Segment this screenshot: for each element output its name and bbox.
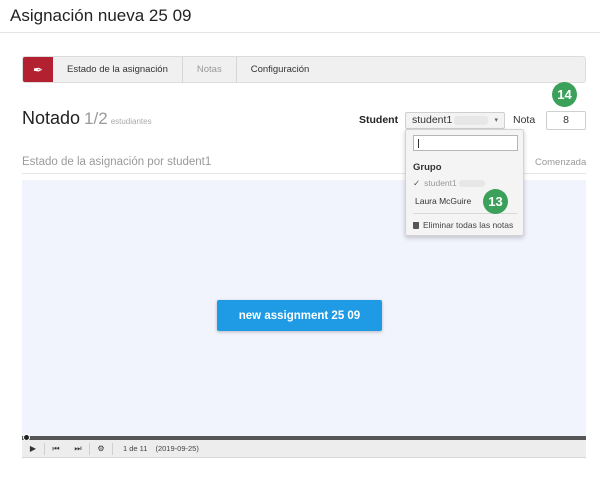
trash-icon <box>413 222 419 229</box>
text-cursor <box>418 139 419 148</box>
student-select[interactable]: student1 ▾ <box>405 112 505 129</box>
previous-frame-icon[interactable]: ⏮ <box>45 444 67 454</box>
student-label: Student <box>359 114 399 126</box>
student-select-value: student1 <box>412 114 453 126</box>
step-badge-14: 14 <box>552 82 577 107</box>
checkmark-icon: ✓ <box>413 178 421 188</box>
graded-heading: Notado 1/2 estudiantes <box>22 108 152 129</box>
students-word: estudiantes <box>110 117 152 126</box>
next-frame-icon[interactable]: ⏭ <box>67 444 89 454</box>
tab-settings[interactable]: Configuración <box>237 57 324 82</box>
app-logo-icon: ✒ <box>23 57 53 82</box>
playback-controls: ▶ ⏮ ⏭ ⚙ 1 de 11 (2019-09-25) <box>22 440 586 458</box>
grade-label: Nota <box>513 114 536 126</box>
frame-date: (2019-09-25) <box>155 444 199 453</box>
option-label: student1 <box>424 178 457 188</box>
graded-title-text: Notado <box>22 108 81 128</box>
clear-all-label: Eliminar todas las notas <box>423 220 514 230</box>
student-dropdown: Grupo ✓ student1 Laura McGuire Eliminar t… <box>405 129 524 236</box>
step-badge-13: 13 <box>483 189 508 214</box>
frame-counter: 1 de 11 <box>123 444 148 453</box>
redacted-name <box>454 115 489 125</box>
clear-all-grades-option[interactable]: Eliminar todas las notas <box>413 220 513 230</box>
dropdown-option-student1[interactable]: ✓ student1 <box>413 178 485 189</box>
tab-assignment-status[interactable]: Estado de la asignación <box>53 57 183 82</box>
page-title: Asignación nueva 25 09 <box>10 6 192 25</box>
play-icon[interactable]: ▶ <box>22 444 44 453</box>
chevron-down-icon: ▾ <box>494 117 498 124</box>
title-divider <box>0 32 600 33</box>
grade-input[interactable]: 8 <box>546 111 586 130</box>
open-assignment-button[interactable]: new assignment 25 09 <box>217 300 382 331</box>
dropdown-group-label: Grupo <box>413 162 442 173</box>
graded-fraction: 1/2 <box>84 109 108 128</box>
tab-grades[interactable]: Notas <box>183 57 237 82</box>
redacted-name <box>458 180 485 188</box>
dropdown-divider <box>413 213 517 214</box>
gear-icon[interactable]: ⚙ <box>90 444 112 453</box>
status-heading: Estado de la asignación por student1 <box>22 156 212 168</box>
status-state: Comenzada <box>535 157 587 168</box>
controls-divider <box>112 442 113 455</box>
assignment-toolbar: ✒ Estado de la asignación Notas Configur… <box>22 56 586 83</box>
dropdown-search-input[interactable] <box>413 135 518 151</box>
dropdown-option-laura[interactable]: Laura McGuire <box>415 196 471 206</box>
